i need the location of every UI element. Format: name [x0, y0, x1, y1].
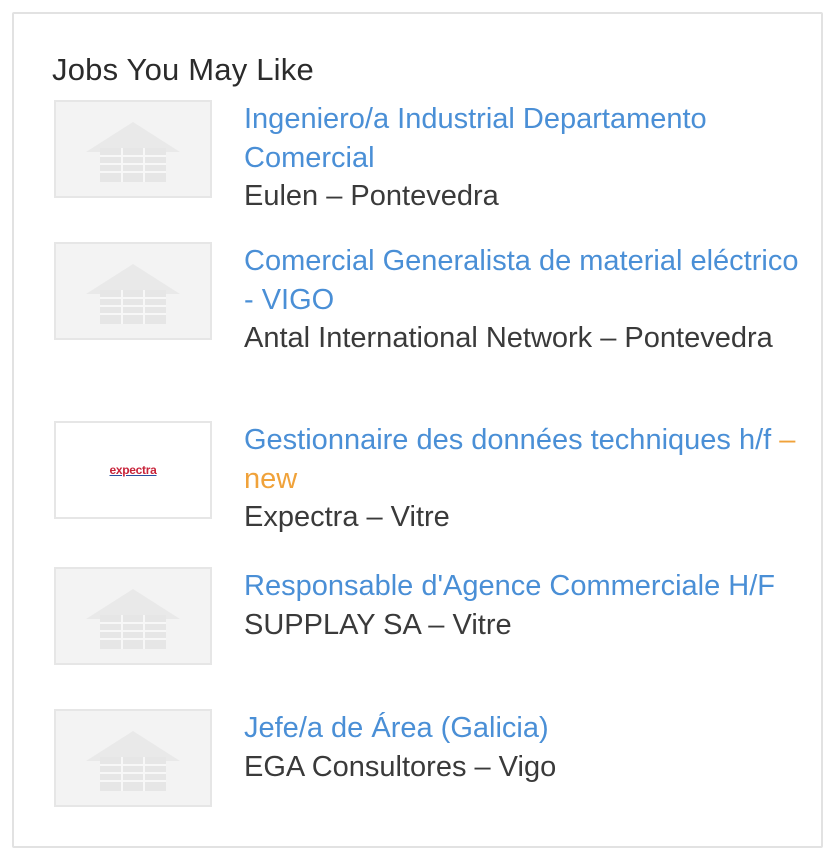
job-title-link[interactable]: Jefe/a de Área (Galicia)	[244, 712, 549, 744]
company-location: EGA Consultores – Vigo	[244, 750, 557, 783]
building-icon	[86, 264, 180, 324]
job-title-link[interactable]: Ingeniero/a Industrial Departamento Come…	[244, 103, 707, 174]
company-logo[interactable]	[54, 567, 212, 665]
jobs-you-may-like-panel: Jobs You May Like Ingeniero/a Industrial…	[12, 12, 823, 848]
company-location: Antal International Network – Pontevedra	[244, 322, 773, 354]
company-logo[interactable]	[54, 242, 212, 340]
panel-title: Jobs You May Like	[52, 52, 314, 87]
job-info: Jefe/a de Área (Galicia) EGA Consultores…	[244, 709, 804, 786]
building-icon	[86, 731, 180, 791]
company-logo[interactable]: expectra	[54, 421, 212, 519]
expectra-logo: expectra	[109, 463, 157, 477]
building-icon	[86, 589, 180, 649]
company-location: Eulen – Pontevedra	[244, 180, 499, 212]
job-title-link[interactable]: Responsable d'Agence Commerciale H/F	[244, 570, 775, 602]
company-logo[interactable]	[54, 100, 212, 198]
building-icon	[86, 122, 180, 182]
job-title-link[interactable]: Gestionnaire des données techniques h/f	[244, 424, 771, 456]
job-info: Responsable d'Agence Commerciale H/F SUP…	[244, 567, 804, 644]
company-location: SUPPLAY SA – Vitre	[244, 608, 512, 641]
job-info: Gestionnaire des données techniques h/f …	[244, 421, 804, 537]
company-location: Expectra – Vitre	[244, 501, 450, 533]
job-info: Ingeniero/a Industrial Departamento Come…	[244, 100, 804, 216]
job-info: Comercial Generalista de material eléctr…	[244, 242, 804, 358]
company-logo[interactable]	[54, 709, 212, 807]
job-title-link[interactable]: Comercial Generalista de material eléctr…	[244, 245, 798, 316]
